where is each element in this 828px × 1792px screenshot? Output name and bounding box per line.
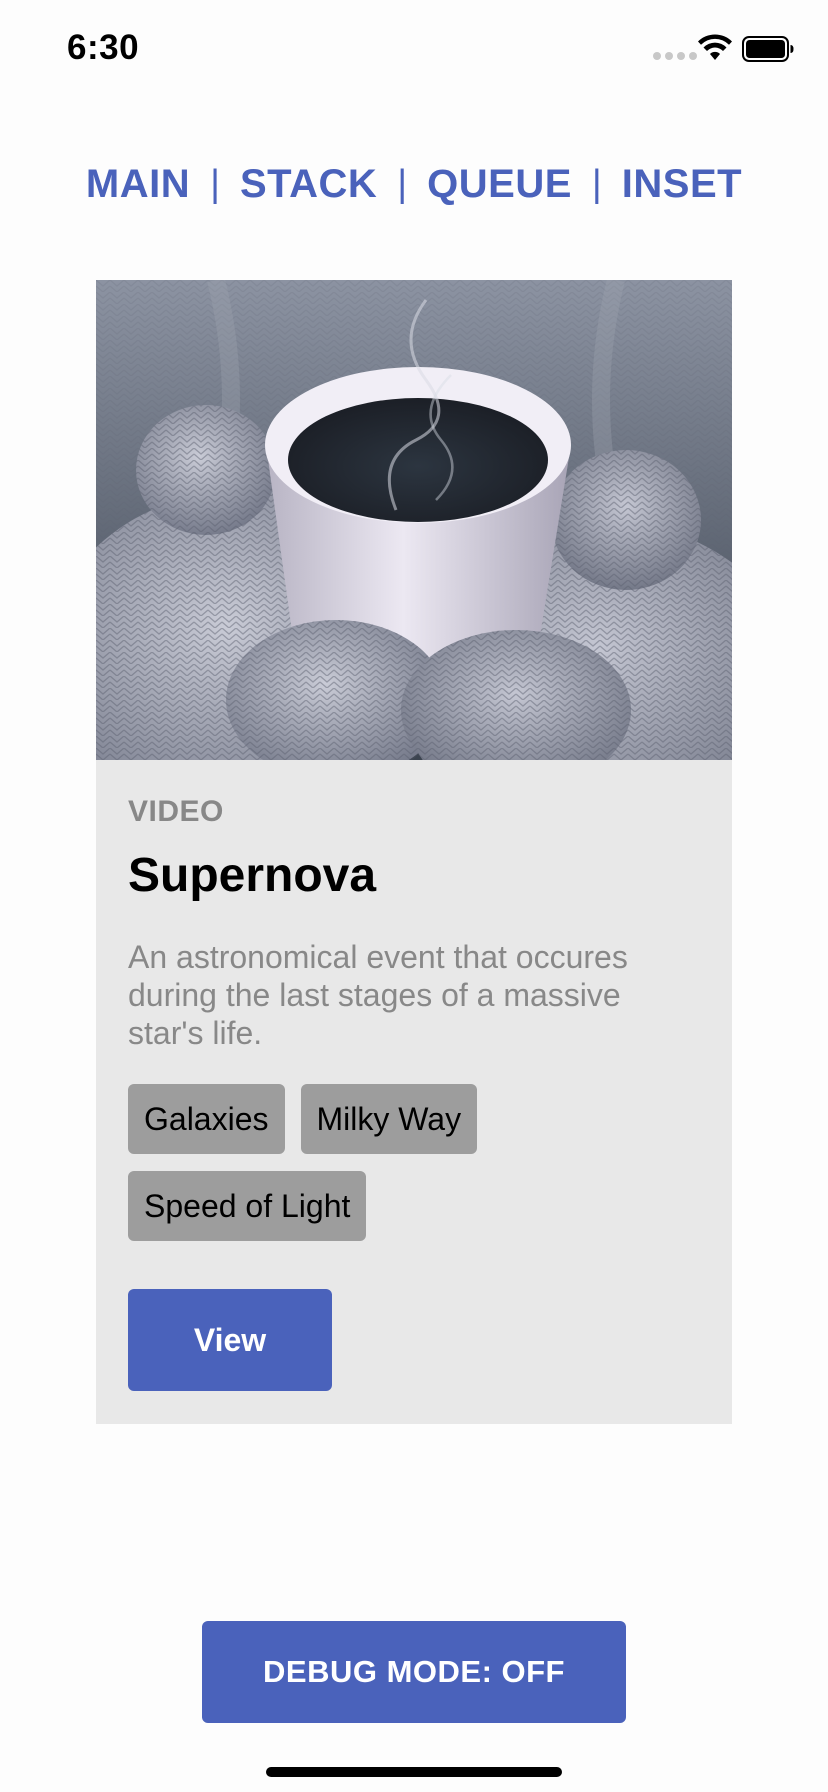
view-button[interactable]: View (128, 1289, 332, 1391)
card-category: VIDEO (128, 795, 224, 828)
nav-main[interactable]: MAIN (86, 162, 190, 207)
status-bar: 6:30 (0, 0, 828, 100)
nav-separator: | (591, 163, 602, 205)
status-time: 6:30 (67, 28, 140, 67)
card-description: An astronomical event that occures durin… (128, 939, 628, 1051)
nav-queue[interactable]: QUEUE (427, 162, 572, 207)
signal-icon (653, 52, 697, 60)
coffee-mittens-photo (96, 280, 732, 760)
nav-separator: | (397, 163, 408, 205)
tag-list: Galaxies Milky Way Speed of Light (128, 1084, 708, 1241)
card-title: Supernova (128, 849, 377, 902)
tag-speed-of-light[interactable]: Speed of Light (128, 1171, 367, 1241)
nav-inset[interactable]: INSET (622, 162, 742, 207)
top-nav: MAIN | STACK | QUEUE | INSET (0, 162, 828, 207)
card-image (96, 280, 732, 760)
tag-milky-way[interactable]: Milky Way (300, 1084, 478, 1154)
home-indicator[interactable] (266, 1767, 562, 1777)
nav-separator: | (210, 163, 220, 205)
debug-mode-button[interactable]: DEBUG MODE: OFF (202, 1621, 626, 1723)
wifi-icon (698, 34, 732, 60)
tag-galaxies[interactable]: Galaxies (128, 1084, 285, 1154)
nav-stack[interactable]: STACK (240, 162, 377, 207)
media-card: VIDEO Supernova An astronomical event th… (96, 280, 732, 1424)
battery-icon (742, 36, 794, 62)
